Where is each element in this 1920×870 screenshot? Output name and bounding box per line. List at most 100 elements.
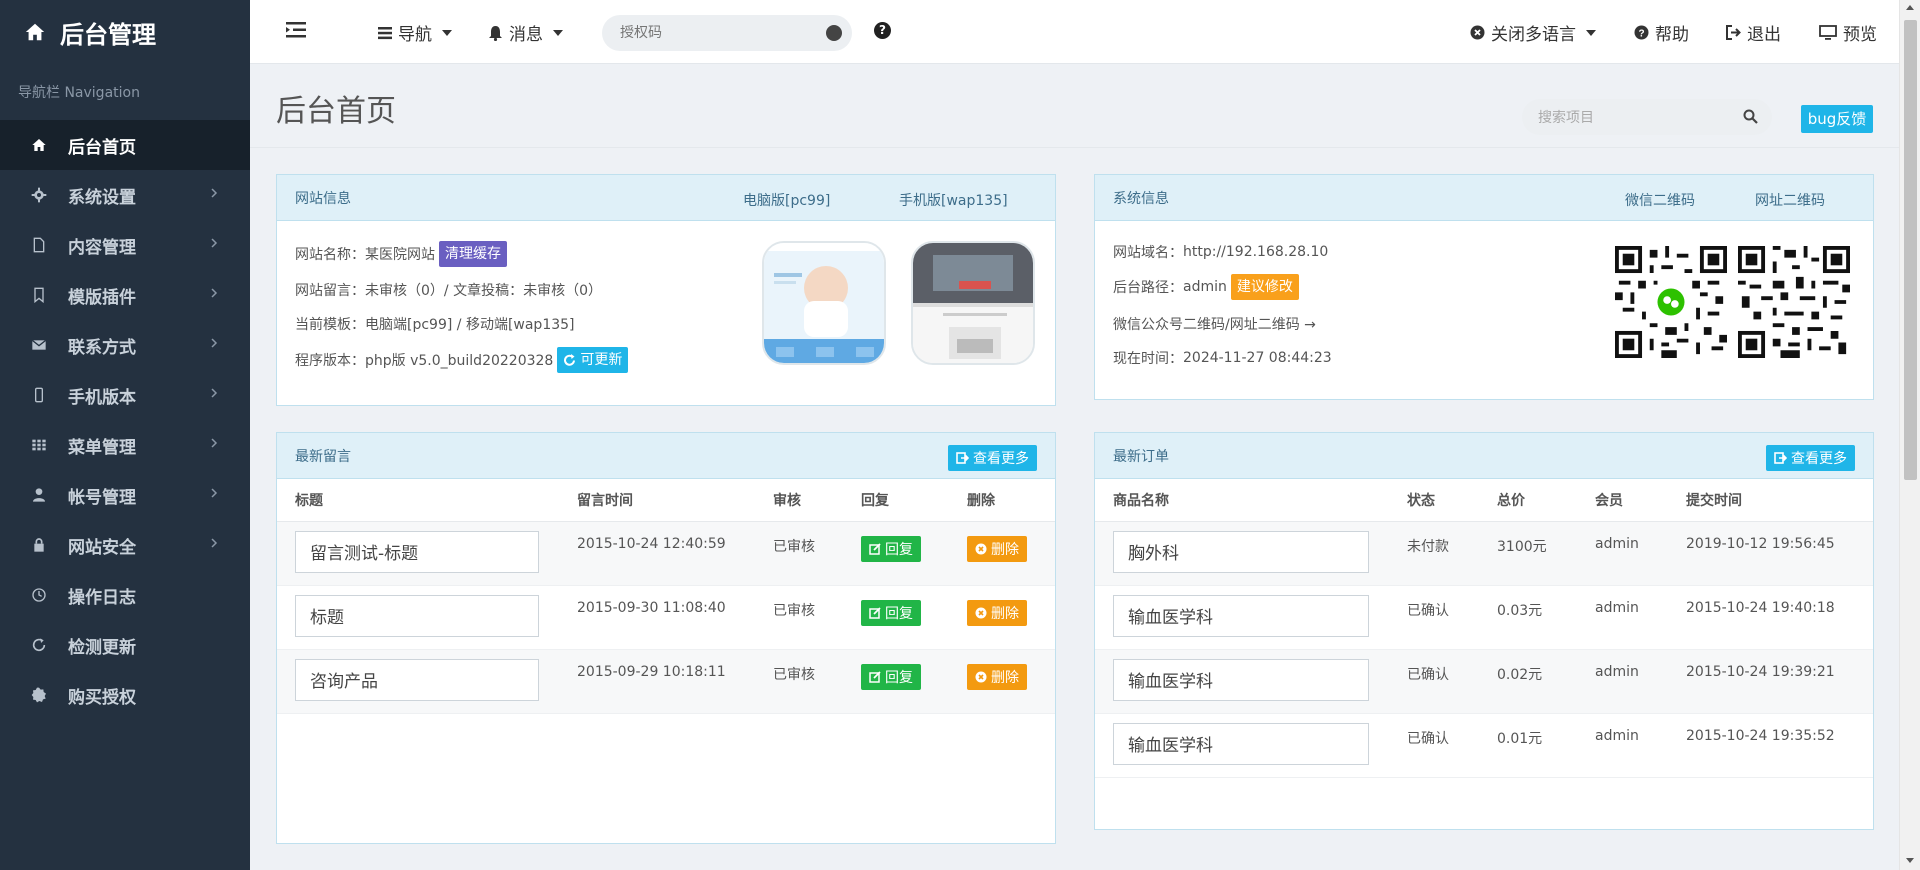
mobile-template-thumbnail[interactable] [911,241,1035,365]
view-more-orders-button[interactable]: 查看更多 [1766,445,1855,471]
clear-cache-button[interactable]: 清理缓存 [439,241,507,267]
message-title-input[interactable] [295,594,539,637]
chevron-right-icon [211,188,218,198]
order-member: admin [1577,649,1668,714]
delete-label: 删除 [991,541,1019,558]
nav-label: 导航 [398,25,432,45]
caret-down-icon [442,29,452,36]
sidebar-item-contact[interactable]: 联系方式 [0,320,250,370]
column-header: 提交时间 [1668,479,1873,522]
sidebar-item-content[interactable]: 内容管理 [0,220,250,270]
user-icon [30,486,48,504]
divider [250,147,1899,148]
message-title-input[interactable] [295,658,539,701]
sidebar-item-home[interactable]: 后台首页 [0,120,250,170]
sidebar-item-templates[interactable]: 模版插件 [0,270,250,320]
messages-dropdown[interactable]: 消息 [488,20,563,45]
product-name-input[interactable] [1113,722,1369,765]
gear-icon [30,186,48,204]
scroll-up-icon[interactable] [1906,5,1914,10]
sidebar-item-purchase[interactable]: 购买授权 [0,670,250,720]
project-search-field[interactable]: 搜索项目 [1522,99,1772,135]
delete-button[interactable]: 删除 [967,663,1027,690]
wechat-qr-code [1615,246,1727,358]
nav-dropdown[interactable]: 导航 [378,20,452,45]
messages-label: 消息 [509,25,543,45]
column-header: 回复 [843,479,949,522]
help-link[interactable]: ? 帮助 [1634,20,1689,45]
order-price: 0.01元 [1479,713,1577,778]
sidebar-item-menu[interactable]: 菜单管理 [0,420,250,470]
project-search-input[interactable]: 搜索项目 [1538,107,1594,127]
brand[interactable]: 后台管理 [0,0,250,64]
page-scrollbar[interactable] [1899,0,1920,870]
table-header-row: 标题 留言时间 审核 回复 删除 [277,479,1055,522]
sidebar: 后台管理 导航栏 Navigation 后台首页 系统设置 内容管理 模版插件 … [0,0,250,870]
search-icon[interactable] [1743,109,1758,124]
order-time: 2015-10-24 19:40:18 [1668,585,1873,650]
admin-path-label: 后台路径： [1113,280,1183,296]
reply-button[interactable]: 回复 [861,535,921,562]
product-name-input[interactable] [1113,594,1369,637]
auth-code-field[interactable] [602,15,852,51]
sidebar-item-label: 购买授权 [68,687,136,708]
reply-button[interactable]: 回复 [861,599,921,626]
preview-label: 预览 [1843,25,1877,45]
panel-title: 最新订单 [1113,448,1169,465]
panel-title: 系统信息 [1113,190,1169,207]
caret-down-icon [553,29,563,36]
sidebar-item-security[interactable]: 网站安全 [0,520,250,570]
order-price: 0.03元 [1479,585,1577,650]
product-name-input[interactable] [1113,530,1369,573]
pc-template-thumbnail[interactable] [762,241,886,365]
admin-path-row: 后台路径： admin 建议修改 [1113,274,1299,300]
sidebar-item-accounts[interactable]: 帐号管理 [0,470,250,520]
bug-feedback-button[interactable]: bug反馈 [1801,105,1873,133]
scroll-thumb[interactable] [1904,20,1917,480]
message-time: 2015-09-29 10:18:11 [559,649,755,714]
order-status: 已确认 [1389,649,1479,714]
message-time: 2015-10-24 12:40:59 [559,521,755,586]
close-language-dropdown[interactable]: 关闭多语言 [1470,20,1596,45]
preview-link[interactable]: 预览 [1819,20,1877,45]
close-language-label: 关闭多语言 [1491,25,1576,45]
sidebar-item-logs[interactable]: 操作日志 [0,570,250,620]
question-icon[interactable]: ? [874,22,891,39]
update-button[interactable]: 可更新 [557,347,629,373]
mobile-version-link[interactable]: 手机版[wap135] [899,190,1008,210]
edit-icon [869,606,881,619]
sign-out-icon [1726,25,1741,40]
close-circle-icon [975,543,987,554]
sidebar-item-label: 操作日志 [68,587,136,608]
sidebar-toggle-icon[interactable] [286,22,306,38]
column-header: 删除 [949,479,1055,522]
lock-icon [30,536,48,554]
suggest-change-button[interactable]: 建议修改 [1230,274,1299,300]
order-price: 3100元 [1479,521,1577,586]
product-name-input[interactable] [1113,658,1369,701]
sidebar-item-mobile[interactable]: 手机版本 [0,370,250,420]
sidebar-item-update-check[interactable]: 检测更新 [0,620,250,670]
site-name-value: 某医院网站 [365,247,435,263]
external-link-icon [956,452,969,464]
delete-button[interactable]: 删除 [967,599,1027,626]
arrow-circle-icon[interactable] [826,25,842,41]
svg-text:?: ? [1638,29,1644,40]
domain-value: http://192.168.28.10 [1183,244,1329,260]
sidebar-item-system-settings[interactable]: 系统设置 [0,170,250,220]
pc-version-link[interactable]: 电脑版[pc99] [743,190,830,210]
clock-icon [30,586,48,604]
close-circle-icon [975,607,987,618]
auth-code-input[interactable] [620,25,820,41]
close-circle-icon [1470,25,1485,40]
logout-link[interactable]: 退出 [1725,20,1781,45]
scroll-down-icon[interactable] [1906,858,1914,863]
delete-button[interactable]: 删除 [967,535,1027,562]
reply-button[interactable]: 回复 [861,663,921,690]
message-time: 2015-09-30 11:08:40 [559,585,755,650]
qr-note: 微信公众号二维码/网址二维码 → [1113,317,1316,333]
view-more-messages-button[interactable]: 查看更多 [948,445,1037,471]
help-circle-icon: ? [1634,25,1649,40]
message-title-input[interactable] [295,530,539,573]
bookmark-icon [30,286,48,304]
